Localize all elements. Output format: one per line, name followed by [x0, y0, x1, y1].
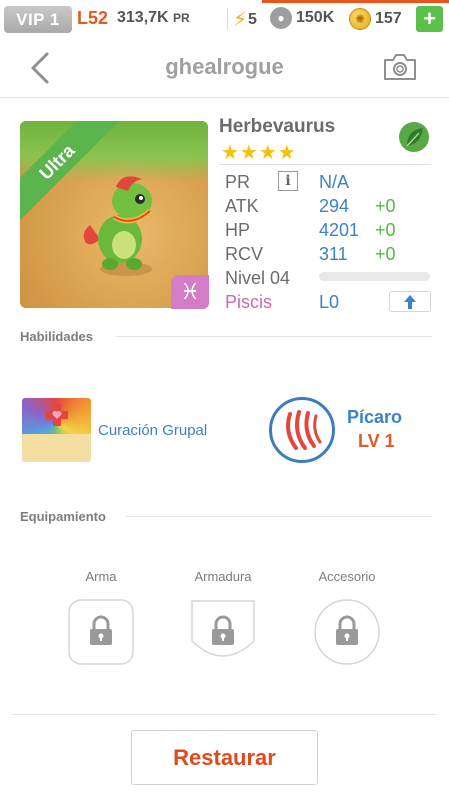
divider: [116, 336, 432, 337]
coins-value: 157: [375, 10, 402, 27]
atk-label: ATK: [225, 196, 259, 216]
player-level: L52: [77, 8, 109, 28]
rcv-bonus: +0: [375, 244, 396, 264]
hp-bonus: +0: [375, 220, 396, 240]
level-progress-bar: [319, 272, 430, 281]
status-bar: VIP 1 L52 313,7K PR ⚡ 5 ● 150K ✺ 157 +: [0, 0, 449, 36]
armor-slot[interactable]: [190, 599, 256, 665]
accessory-label: Accesorio: [318, 569, 376, 584]
paw-icon: ●: [270, 7, 292, 29]
friend-points-counter[interactable]: ● 150K: [270, 7, 334, 29]
restore-button[interactable]: Restaurar: [131, 730, 318, 785]
info-icon[interactable]: i: [278, 171, 298, 191]
hp-label: HP: [225, 220, 251, 240]
pr-label: PR: [225, 172, 251, 192]
player-pr-unit: PR: [173, 11, 190, 25]
atk-bonus: +0: [375, 196, 396, 216]
weapon-label: Arma: [85, 569, 117, 584]
star-rating: ★★★★: [221, 142, 297, 164]
coin-icon: ✺: [349, 8, 371, 30]
divider: [219, 164, 431, 165]
leaf-icon: [399, 122, 429, 152]
header: ghealrogue: [0, 36, 449, 98]
progress-stripe: [262, 0, 449, 3]
atk-value: 294: [319, 196, 350, 216]
rcv-value: 311: [319, 244, 348, 264]
weapon-slot[interactable]: [68, 599, 134, 665]
accessory-slot[interactable]: [314, 599, 380, 665]
pr-value: N/A: [319, 172, 350, 192]
energy-value: 5: [248, 10, 257, 28]
rcv-label: RCV: [225, 244, 264, 264]
camera-icon[interactable]: [382, 52, 418, 82]
monster-name: Herbevaurus: [219, 116, 336, 137]
arrow-up-icon: [404, 294, 416, 309]
armor-label: Armadura: [194, 569, 252, 584]
divider: [126, 516, 432, 517]
heart-cross-icon: [46, 404, 68, 426]
role-level: LV 1: [358, 431, 395, 451]
zodiac-label: Piscis: [225, 292, 273, 312]
player-pr-value: 313,7K: [117, 9, 169, 26]
divider: [227, 8, 228, 30]
equipment-section-title: Equipamiento: [20, 509, 106, 524]
lightning-icon: ⚡: [233, 9, 248, 31]
skill-name[interactable]: Curación Grupal: [98, 422, 207, 439]
level-label: Nivel 04: [225, 268, 291, 288]
vip-badge[interactable]: VIP 1: [4, 6, 72, 33]
zodiac-upgrade-button[interactable]: [389, 291, 431, 312]
energy-counter[interactable]: ⚡ 5: [233, 7, 257, 32]
divider: [12, 714, 437, 715]
rogue-claw-icon[interactable]: [269, 397, 335, 463]
hp-value: 4201: [319, 220, 360, 240]
pisces-icon: ♓: [171, 275, 209, 309]
skill-icon[interactable]: [22, 398, 91, 462]
claw-marks: [286, 410, 322, 450]
zodiac-level: L0: [319, 292, 340, 312]
dinosaur-image: [83, 176, 152, 276]
cats-image: [22, 434, 91, 462]
skills-section-title: Habilidades: [20, 329, 93, 344]
add-coins-button[interactable]: +: [416, 6, 443, 32]
role-name: Pícaro: [347, 407, 403, 427]
friend-points-value: 150K: [296, 9, 335, 26]
player-pr: 313,7K PR: [117, 9, 190, 27]
